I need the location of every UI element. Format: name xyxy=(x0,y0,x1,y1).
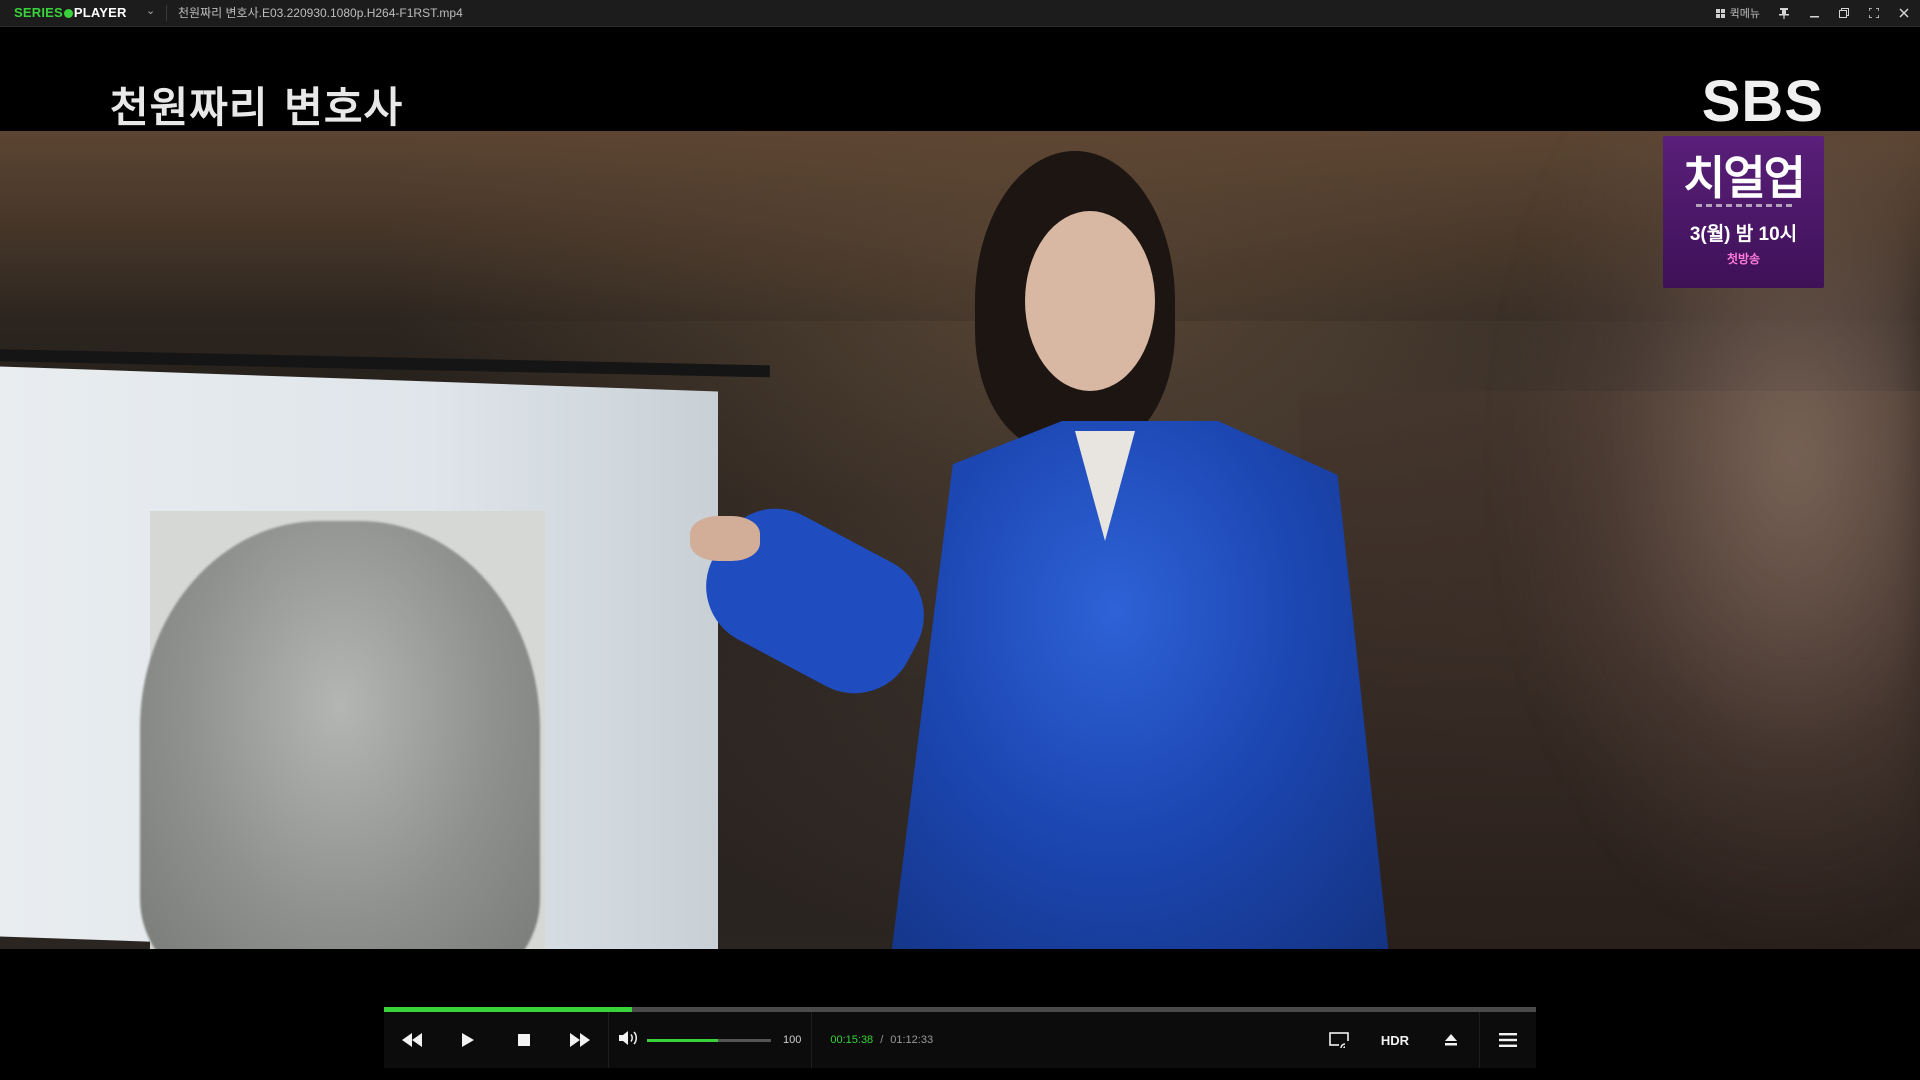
volume-icon[interactable] xyxy=(619,1030,639,1051)
quick-menu-button[interactable]: 퀵메뉴 xyxy=(1715,5,1760,21)
play-button[interactable] xyxy=(440,1012,496,1068)
chevron-down-icon[interactable]: ⌄ xyxy=(146,4,155,17)
show-title-overlay: 천원짜리 변호사 xyxy=(110,83,404,132)
timecode: 00:15:38 / 01:12:33 xyxy=(812,1034,933,1046)
menu-button[interactable] xyxy=(1480,1012,1536,1068)
otter-image xyxy=(140,521,540,949)
cast-icon xyxy=(1329,1032,1349,1048)
eject-button[interactable] xyxy=(1423,1012,1479,1068)
control-bar: 100 00:15:38 / 01:12:33 HDR xyxy=(384,1012,1536,1068)
restore-icon[interactable] xyxy=(1838,7,1850,19)
divider xyxy=(166,5,167,21)
grid-icon xyxy=(1715,8,1725,18)
quick-menu-label: 퀵메뉴 xyxy=(1729,8,1760,20)
time-separator: / xyxy=(880,1034,884,1046)
promo-subtitle-decoration xyxy=(1695,204,1792,207)
person-face xyxy=(1025,211,1155,391)
fullscreen-icon[interactable] xyxy=(1868,7,1880,19)
promo-card: 치얼업 3(월) 밤 10시 첫방송 xyxy=(1663,136,1824,288)
stop-button[interactable] xyxy=(496,1012,552,1068)
volume-value: 100 xyxy=(783,1034,802,1046)
volume-control: 100 xyxy=(609,1012,811,1068)
rewind-button[interactable] xyxy=(384,1012,440,1068)
total-time: 01:12:33 xyxy=(890,1034,934,1046)
file-title: 천원짜리 변호사.E03.220930.1080p.H264-F1RST.mp4 xyxy=(178,6,463,20)
eject-icon xyxy=(1445,1034,1457,1046)
minimize-icon[interactable] xyxy=(1808,7,1820,19)
right-controls: HDR xyxy=(1311,1012,1536,1068)
network-logo: SBS xyxy=(1701,69,1824,134)
promo-title: 치얼업 xyxy=(1683,151,1806,205)
window-controls: 퀵메뉴 xyxy=(1715,0,1910,26)
stop-icon xyxy=(518,1034,530,1046)
pin-icon[interactable] xyxy=(1778,7,1790,19)
fast-forward-button[interactable] xyxy=(552,1012,608,1068)
rewind-icon xyxy=(402,1033,422,1047)
current-time: 00:15:38 xyxy=(830,1034,874,1046)
app-logo-word2: PLAYER xyxy=(73,5,127,20)
video-frame[interactable] xyxy=(0,131,1920,949)
app-logo[interactable]: SERIES PLAYER xyxy=(14,0,127,26)
cast-button[interactable] xyxy=(1311,1012,1367,1068)
logo-dot-icon xyxy=(63,9,73,18)
promo-schedule: 3(월) 밤 10시 xyxy=(1689,224,1798,245)
hdr-toggle[interactable]: HDR xyxy=(1367,1033,1423,1048)
person-hand xyxy=(690,516,760,561)
promo-badge: 첫방송 xyxy=(1726,252,1761,266)
title-bar: SERIES PLAYER ⌄ 천원짜리 변호사.E03.220930.1080p… xyxy=(0,0,1920,27)
fast-forward-icon xyxy=(570,1033,590,1047)
volume-slider[interactable] xyxy=(647,1038,771,1042)
hamburger-icon xyxy=(1499,1033,1517,1047)
person-jacket xyxy=(890,421,1390,949)
app-logo-word1: SERIES xyxy=(14,5,63,20)
volume-slider-fill xyxy=(647,1038,718,1042)
play-icon xyxy=(462,1033,474,1047)
close-icon[interactable] xyxy=(1898,7,1910,19)
